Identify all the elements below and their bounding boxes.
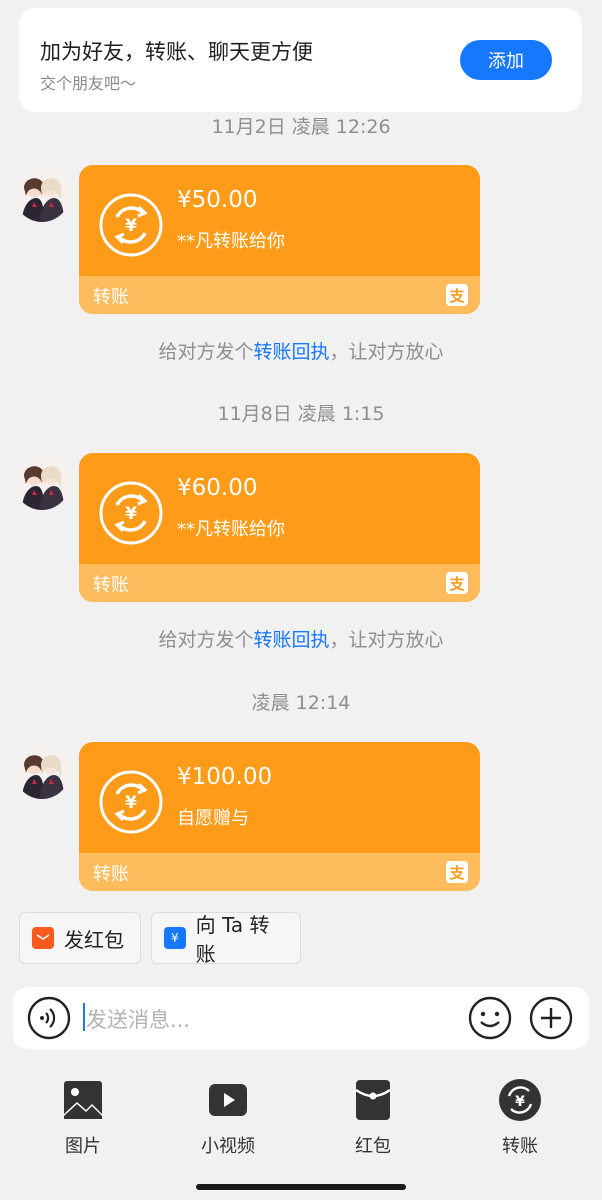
transfer-to-ta-chip[interactable]: ¥ 向 Ta 转账 (151, 912, 301, 966)
receipt-link[interactable]: 转账回执 (253, 629, 329, 651)
alipay-icon: 支 (446, 284, 468, 306)
send-red-packet-chip[interactable]: 发红包 (19, 912, 141, 964)
receipt-hint-suffix: ，让对方放心 (329, 341, 444, 363)
avatar[interactable] (14, 454, 70, 510)
svg-text:¥: ¥ (125, 216, 137, 236)
transfer-bubble[interactable]: ¥ ¥100.00 自愿赠与 转账 支 (79, 742, 480, 891)
add-friend-card: 加为好友，转账、聊天更方便 交个朋友吧～ 添加 (19, 8, 582, 112)
message-input-bar: 发送消息... (13, 987, 589, 1049)
receipt-link[interactable]: 转账回执 (253, 341, 329, 363)
tool-label: 小视频 (201, 1136, 255, 1157)
transfer-bubble[interactable]: ¥ ¥50.00 **凡转账给你 转账 支 (79, 165, 480, 314)
avatar[interactable] (14, 166, 70, 222)
message-timestamp: 11月2日 凌晨 12:26 (211, 116, 391, 138)
receipt-hint-prefix: 给对方发个 (158, 629, 254, 651)
emoji-icon[interactable] (468, 996, 512, 1040)
receipt-hint: 给对方发个转账回执，让对方放心 (0, 337, 602, 364)
alipay-icon: 支 (446, 572, 468, 594)
receipt-hint: 给对方发个转账回执，让对方放心 (0, 625, 602, 652)
transfer-received-icon: ¥ (99, 770, 163, 834)
alipay-icon: 支 (446, 861, 468, 883)
transfer-note: **凡转账给你 (177, 519, 285, 540)
transfer-small-icon: ¥ (164, 927, 186, 949)
transfer-bubble[interactable]: ¥ ¥60.00 **凡转账给你 转账 支 (79, 453, 480, 602)
transfer-note: **凡转账给你 (177, 231, 285, 252)
add-friend-subtitle: 交个朋友吧～ (40, 74, 137, 93)
text-cursor (83, 1003, 85, 1031)
message-input[interactable]: 发送消息... (86, 1004, 190, 1034)
transfer-footer: 转账 支 (79, 564, 480, 602)
send-red-packet-label: 发红包 (64, 927, 124, 952)
add-friend-button[interactable]: 添加 (460, 40, 552, 80)
transfer-footer-label: 转账 (93, 287, 129, 308)
red-packet-icon (32, 927, 54, 949)
home-indicator[interactable] (196, 1184, 406, 1190)
message-timestamp: 11月8日 凌晨 1:15 (217, 403, 385, 425)
tool-label: 红包 (355, 1136, 391, 1157)
transfer-footer-label: 转账 (93, 575, 129, 596)
image-icon (64, 1081, 102, 1119)
transfer-to-ta-label: 向 Ta 转账 (195, 913, 270, 966)
red-packet-icon (355, 1080, 391, 1120)
voice-icon[interactable] (27, 996, 71, 1040)
tool-transfer[interactable]: ¥ 转账 (470, 1078, 570, 1158)
svg-text:¥: ¥ (125, 793, 137, 813)
tool-red-packet[interactable]: 红包 (323, 1078, 423, 1158)
receipt-hint-suffix: ，让对方放心 (329, 629, 444, 651)
tool-video[interactable]: 小视频 (178, 1078, 278, 1158)
transfer-footer: 转账 支 (79, 276, 480, 314)
transfer-amount: ¥50.00 (177, 187, 258, 213)
transfer-footer: 转账 支 (79, 853, 480, 891)
tool-label: 图片 (65, 1136, 101, 1157)
transfer-amount: ¥60.00 (177, 475, 258, 501)
tool-label: 转账 (502, 1136, 538, 1157)
tool-image[interactable]: 图片 (33, 1078, 133, 1158)
add-friend-title: 加为好友，转账、聊天更方便 (40, 40, 313, 64)
message-timestamp: 凌晨 12:14 (251, 692, 351, 714)
transfer-footer-label: 转账 (93, 864, 129, 885)
transfer-amount: ¥100.00 (177, 764, 273, 790)
avatar[interactable] (14, 743, 70, 799)
transfer-note: 自愿赠与 (177, 808, 249, 829)
transfer-received-icon: ¥ (99, 481, 163, 545)
svg-text:¥: ¥ (125, 504, 137, 524)
receipt-hint-prefix: 给对方发个 (158, 341, 254, 363)
svg-text:¥: ¥ (515, 1094, 525, 1110)
plus-icon[interactable] (529, 996, 573, 1040)
chat-screen: 加为好友，转账、聊天更方便 交个朋友吧～ 添加 11月2日 凌晨 12:26 ¥… (0, 0, 602, 1200)
transfer-icon: ¥ (499, 1079, 541, 1121)
transfer-received-icon: ¥ (99, 193, 163, 257)
video-icon (209, 1084, 247, 1116)
